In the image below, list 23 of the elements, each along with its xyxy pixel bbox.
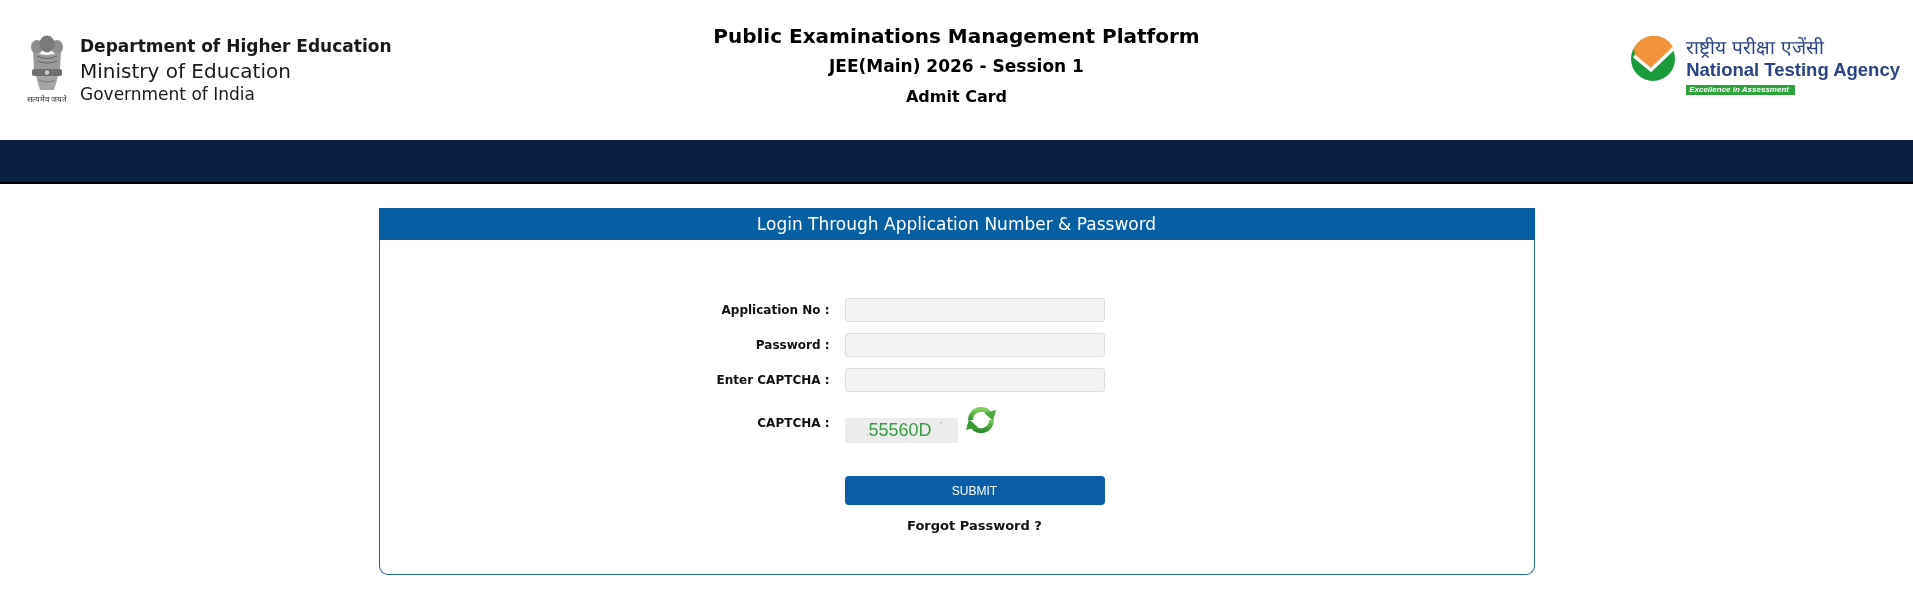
page-title: Admit Card [905, 86, 1008, 108]
panel-header: Login Through Application Number & Password [378, 208, 1535, 240]
submit-button[interactable]: SUBMIT [844, 476, 1105, 505]
department-name: Department of Higher Education [80, 35, 392, 58]
input-field[interactable] [844, 298, 1105, 322]
platform-title: Public Examinations Management Platform [713, 23, 1200, 50]
government-name: Government of India [80, 84, 256, 104]
input-field[interactable] [844, 368, 1105, 392]
refresh-icon[interactable] [964, 405, 997, 435]
captcha-image: 55560D [844, 418, 958, 443]
captcha-label: CAPTCHA : [757, 416, 830, 430]
field-label: Enter CAPTCHA : [716, 373, 830, 387]
motto-text: सत्यमेव जयते [26, 95, 68, 105]
agency-name: National Testing Agency [1686, 58, 1900, 82]
input-field[interactable] [844, 333, 1105, 357]
agency-hindi-name: राष्ट्रीय परीक्षा एजेंसी [1686, 36, 1825, 58]
checkmark-circle-icon [1629, 36, 1678, 82]
field-label: Password : [755, 338, 830, 352]
exam-title: JEE(Main) 2026 - Session 1 [829, 55, 1084, 78]
field-label: Application No : [721, 303, 830, 317]
forgot-password-link[interactable]: Forgot Password ? [907, 518, 1042, 534]
agency-tagline: Excellence in Assessment [1686, 85, 1795, 95]
ministry-name: Ministry of Education [80, 58, 292, 84]
